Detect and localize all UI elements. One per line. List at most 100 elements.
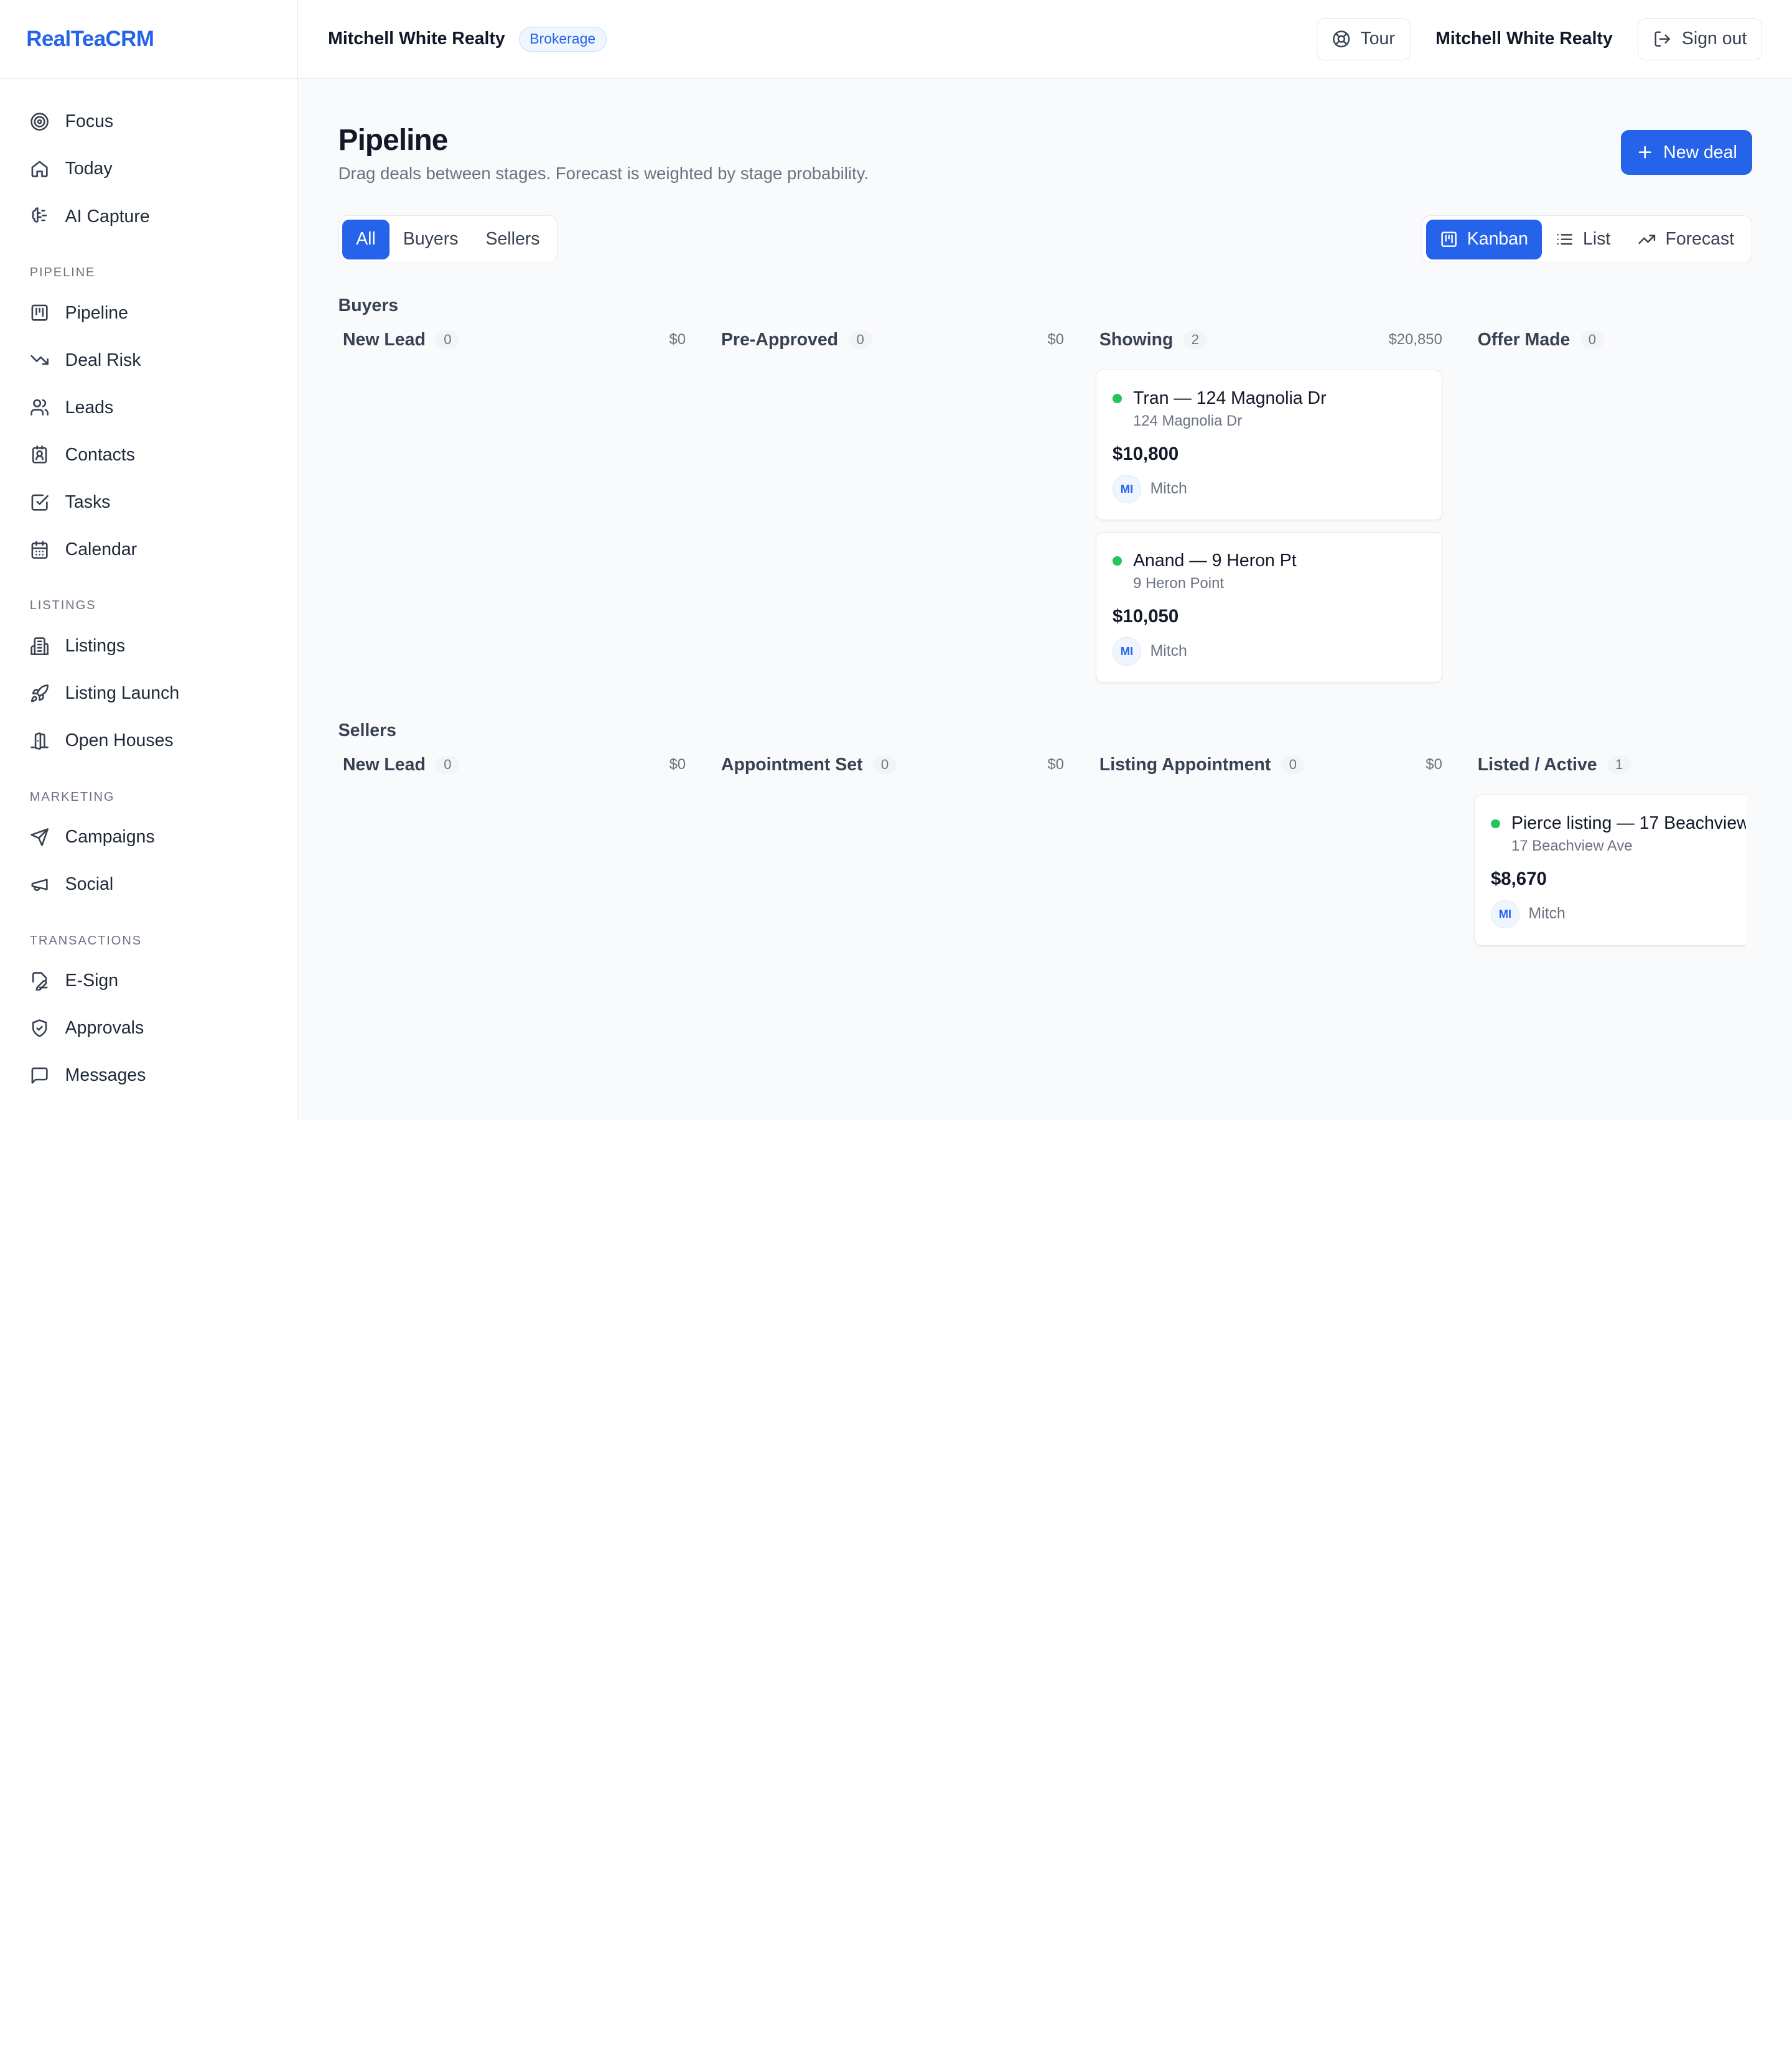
stage-name: Appointment Set [721,754,863,775]
stage-name: Offer Made [1477,329,1570,350]
sidebar-item-label: Focus [65,111,114,132]
deal-card[interactable]: Anand — 9 Heron Pt 9 Heron Point $10,050 MI… [1096,531,1442,683]
tour-button[interactable]: Tour [1316,17,1411,60]
sidebar-item-campaigns[interactable]: Campaigns [0,813,297,861]
brain-icon [30,207,49,226]
topbar: Mitchell White Realty Brokerage Tour Mit… [298,0,1792,79]
sidebar-item-label: Contacts [65,444,135,465]
stage-dropzone[interactable]: Pierce listing — 17 Beachview Ave 17 Beac… [1473,778,1747,1120]
avatar: MI [1113,475,1141,504]
sidebar-item-tasks[interactable]: Tasks [0,478,297,526]
stage-column-offer-made: Offer Made 0 [1473,327,1746,695]
sidebar-item-listing-launch[interactable]: Listing Launch [0,669,297,717]
filter-all[interactable]: All [342,219,390,259]
deal-title: Pierce listing — 17 Beachview Ave [1511,813,1747,834]
buyers-board: New Lead 0 $0 Pre-Approved 0 $0 Showing 2 $20,85… [338,327,1752,695]
calendar-icon [31,540,48,559]
sidebar-item-label: AI Capture [65,206,150,226]
app-shell: RealTeaCRM Focus Today AI Capture PIPELINE P… [0,0,1792,1120]
deal-card[interactable]: Tran — 124 Magnolia Dr 124 Magnolia Dr $10… [1096,369,1442,521]
sidebar-item-focus[interactable]: Focus [0,98,297,146]
buyers-group-title: Buyers [338,295,399,315]
stage-name: New Lead [343,329,426,350]
deal-type-filter: All Buyers Sellers [338,215,558,264]
view-label: List [1583,229,1611,250]
stage-total: $0 [669,331,686,348]
owner-name: Mitch [1150,480,1187,498]
stage-dropzone[interactable]: Tran — 124 Magnolia Dr 124 Magnolia Dr $10… [1095,352,1442,695]
deal-card[interactable]: Pierce listing — 17 Beachview Ave 17 Beac… [1474,795,1747,946]
deal-title: Anand — 9 Heron Pt [1133,551,1297,571]
sidebar-item-calendar[interactable]: Calendar [0,526,297,573]
sidebar-item-pipeline[interactable]: Pipeline [0,289,297,337]
message-icon [30,1066,49,1085]
main-area: Mitchell White Realty Brokerage Tour Mit… [298,0,1792,1120]
status-dot [1113,556,1122,566]
sidebar-item-approvals[interactable]: Approvals [0,1004,297,1052]
sidebar-item-label: Today [65,159,113,179]
plus-icon [1638,146,1651,159]
sidebar-item-today[interactable]: Today [0,146,297,193]
stage-count-badge: 0 [1281,755,1305,775]
brand-logo[interactable]: RealTeaCRM [0,0,298,79]
kanban-icon [31,305,48,322]
sidebar-item-label: Messages [65,1065,146,1085]
sidebar-item-label: Social [65,874,114,894]
sellers-board: New Lead 0 $0 Appointment Set 0 $0 Listing App… [338,752,1752,1120]
stage-header: Listing Appointment 0 $0 [1095,752,1442,777]
pipeline-controls: All Buyers Sellers Kanban List Forecast [338,215,1752,264]
sidebar-item-messages[interactable]: Messages [0,1052,297,1099]
megaphone-icon [30,875,49,894]
stage-dropzone[interactable] [1095,778,1442,1120]
owner-name: Mitch [1528,905,1566,923]
sidebar-item-social[interactable]: Social [0,861,297,908]
sign-out-button[interactable]: Sign out [1638,17,1763,60]
stage-header: Appointment Set 0 $0 [717,752,1064,777]
sidebar-item-label: E-Sign [65,970,119,991]
view-kanban[interactable]: Kanban [1426,219,1542,259]
deal-address: 9 Heron Point [1133,574,1224,592]
deal-title-row: Tran — 124 Magnolia Dr [1113,388,1426,409]
building-icon [30,637,49,656]
sidebar-item-e-sign[interactable]: E-Sign [0,957,297,1004]
view-forecast[interactable]: Forecast [1624,220,1748,259]
stage-name: Listed / Active [1477,754,1597,775]
view-list[interactable]: List [1542,220,1624,259]
deal-amount: $10,050 [1113,605,1179,627]
stage-dropzone[interactable] [338,352,686,695]
filter-buyers[interactable]: Buyers [390,220,472,259]
status-dot [1490,819,1500,829]
stage-column-listed-active: Listed / Active 1 Pierce listing — 17 Beac… [1473,752,1747,1120]
avatar: MI [1113,637,1141,666]
sidebar-item-listings[interactable]: Listings [0,622,297,669]
stage-dropzone[interactable] [717,778,1064,1120]
new-deal-button[interactable]: New deal [1621,130,1752,175]
new-deal-label: New deal [1663,142,1737,162]
stage-dropzone[interactable] [1473,352,1746,695]
stage-column-new-lead: New Lead 0 $0 [338,752,686,1120]
rocket-icon [30,684,49,703]
stage-dropzone[interactable] [338,778,686,1120]
stage-count-badge: 0 [1580,330,1604,349]
sidebar-item-contacts[interactable]: Contacts [0,431,297,478]
rocket-icon [30,684,49,702]
view-label: Kanban [1467,229,1528,250]
sidebar-item-label: Listings [65,635,126,656]
stage-header: Pre-Approved 0 $0 [717,327,1064,352]
stage-header: Listed / Active 1 [1473,752,1746,777]
sidebar-item-ai-capture[interactable]: AI Capture [0,193,297,240]
kanban-icon [1441,231,1457,247]
deal-address: 17 Beachview Ave [1511,837,1633,854]
page-subtitle: Drag deals between stages. Forecast is w… [338,163,869,183]
sidebar-item-label: Pipeline [65,302,128,323]
sidebar-item-deal-risk[interactable]: Deal Risk [0,337,297,384]
filter-sellers[interactable]: Sellers [472,220,553,259]
sellers-group-title: Sellers [338,720,396,740]
stage-count-badge: 0 [873,755,897,775]
deal-amount: $10,800 [1113,443,1179,464]
stage-dropzone[interactable] [717,352,1064,695]
megaphone-icon [31,879,48,891]
sidebar-item-leads[interactable]: Leads [0,384,297,431]
sidebar-item-open-houses[interactable]: Open Houses [0,717,297,764]
stage-count-badge: 0 [848,330,872,349]
